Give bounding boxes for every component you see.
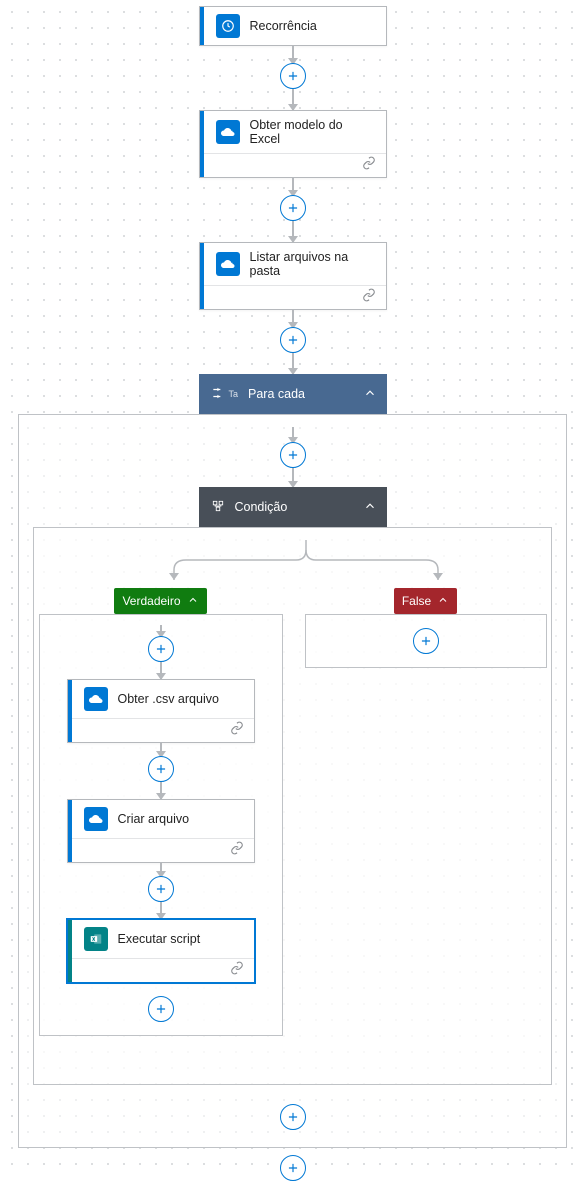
- step-get-excel-template[interactable]: Obter modelo do Excel: [199, 110, 387, 178]
- excel-icon: [84, 927, 108, 951]
- false-branch: False: [305, 588, 547, 668]
- condition-header[interactable]: Condição: [199, 487, 387, 527]
- false-branch-label[interactable]: False: [394, 588, 457, 614]
- add-step-button[interactable]: [413, 628, 439, 654]
- top-flow-column: Recorrência Obter modelo do Excel: [0, 0, 585, 414]
- onedrive-icon: [216, 120, 240, 144]
- step-label: Criar arquivo: [118, 812, 190, 826]
- control-icon: [211, 386, 225, 403]
- chevron-up-icon: [187, 594, 199, 609]
- foreach-scope: Condição: [18, 414, 567, 1148]
- step-run-script[interactable]: Executar script: [67, 919, 255, 983]
- connector: [148, 863, 174, 919]
- true-branch-box: Obter .csv arquivo: [39, 614, 283, 1036]
- condition-scope: Verdadeiro: [33, 527, 552, 1085]
- true-branch-label[interactable]: Verdadeiro: [114, 588, 206, 614]
- branch-split: [46, 540, 566, 588]
- add-step-button[interactable]: [148, 996, 174, 1022]
- connector: [280, 310, 306, 374]
- onedrive-icon: [84, 687, 108, 711]
- link-icon: [230, 961, 244, 980]
- flow-canvas: Recorrência Obter modelo do Excel: [0, 0, 585, 1179]
- connector: [148, 625, 174, 679]
- add-step-button[interactable]: [148, 876, 174, 902]
- add-step-button[interactable]: [280, 442, 306, 468]
- add-step-button[interactable]: [280, 1155, 306, 1181]
- connector: [280, 427, 306, 487]
- link-icon: [362, 288, 376, 307]
- clock-icon: [216, 14, 240, 38]
- chevron-up-icon: [363, 499, 377, 516]
- foreach-label: Para cada: [248, 387, 305, 401]
- control-prefix: Ta: [229, 389, 239, 399]
- link-icon: [230, 721, 244, 740]
- step-get-csv[interactable]: Obter .csv arquivo: [67, 679, 255, 743]
- step-label: Obter modelo do Excel: [250, 118, 376, 146]
- add-step-button[interactable]: [280, 195, 306, 221]
- step-label: Listar arquivos na pasta: [250, 250, 376, 278]
- onedrive-icon: [216, 252, 240, 276]
- add-step-button[interactable]: [280, 327, 306, 353]
- step-create-file[interactable]: Criar arquivo: [67, 799, 255, 863]
- link-icon: [362, 156, 376, 175]
- condition-label: Condição: [235, 500, 288, 514]
- foreach-header[interactable]: Ta Para cada: [199, 374, 387, 414]
- false-branch-box: [305, 614, 547, 668]
- step-list-files[interactable]: Listar arquivos na pasta: [199, 242, 387, 310]
- add-step-button[interactable]: [280, 1104, 306, 1130]
- true-branch: Verdadeiro: [39, 588, 283, 1036]
- trigger-card[interactable]: Recorrência: [199, 6, 387, 46]
- chevron-up-icon: [363, 386, 377, 403]
- step-label: Obter .csv arquivo: [118, 692, 219, 706]
- add-step-button[interactable]: [148, 636, 174, 662]
- connector: [280, 46, 306, 110]
- connector: [280, 178, 306, 242]
- add-step-button[interactable]: [148, 756, 174, 782]
- step-label: Executar script: [118, 932, 201, 946]
- chevron-up-icon: [437, 594, 449, 609]
- condition-icon: [211, 499, 225, 516]
- add-step-button[interactable]: [280, 63, 306, 89]
- connector: [148, 743, 174, 799]
- branch-row: Verdadeiro: [46, 588, 539, 1036]
- link-icon: [230, 841, 244, 860]
- trigger-label: Recorrência: [250, 19, 317, 33]
- onedrive-icon: [84, 807, 108, 831]
